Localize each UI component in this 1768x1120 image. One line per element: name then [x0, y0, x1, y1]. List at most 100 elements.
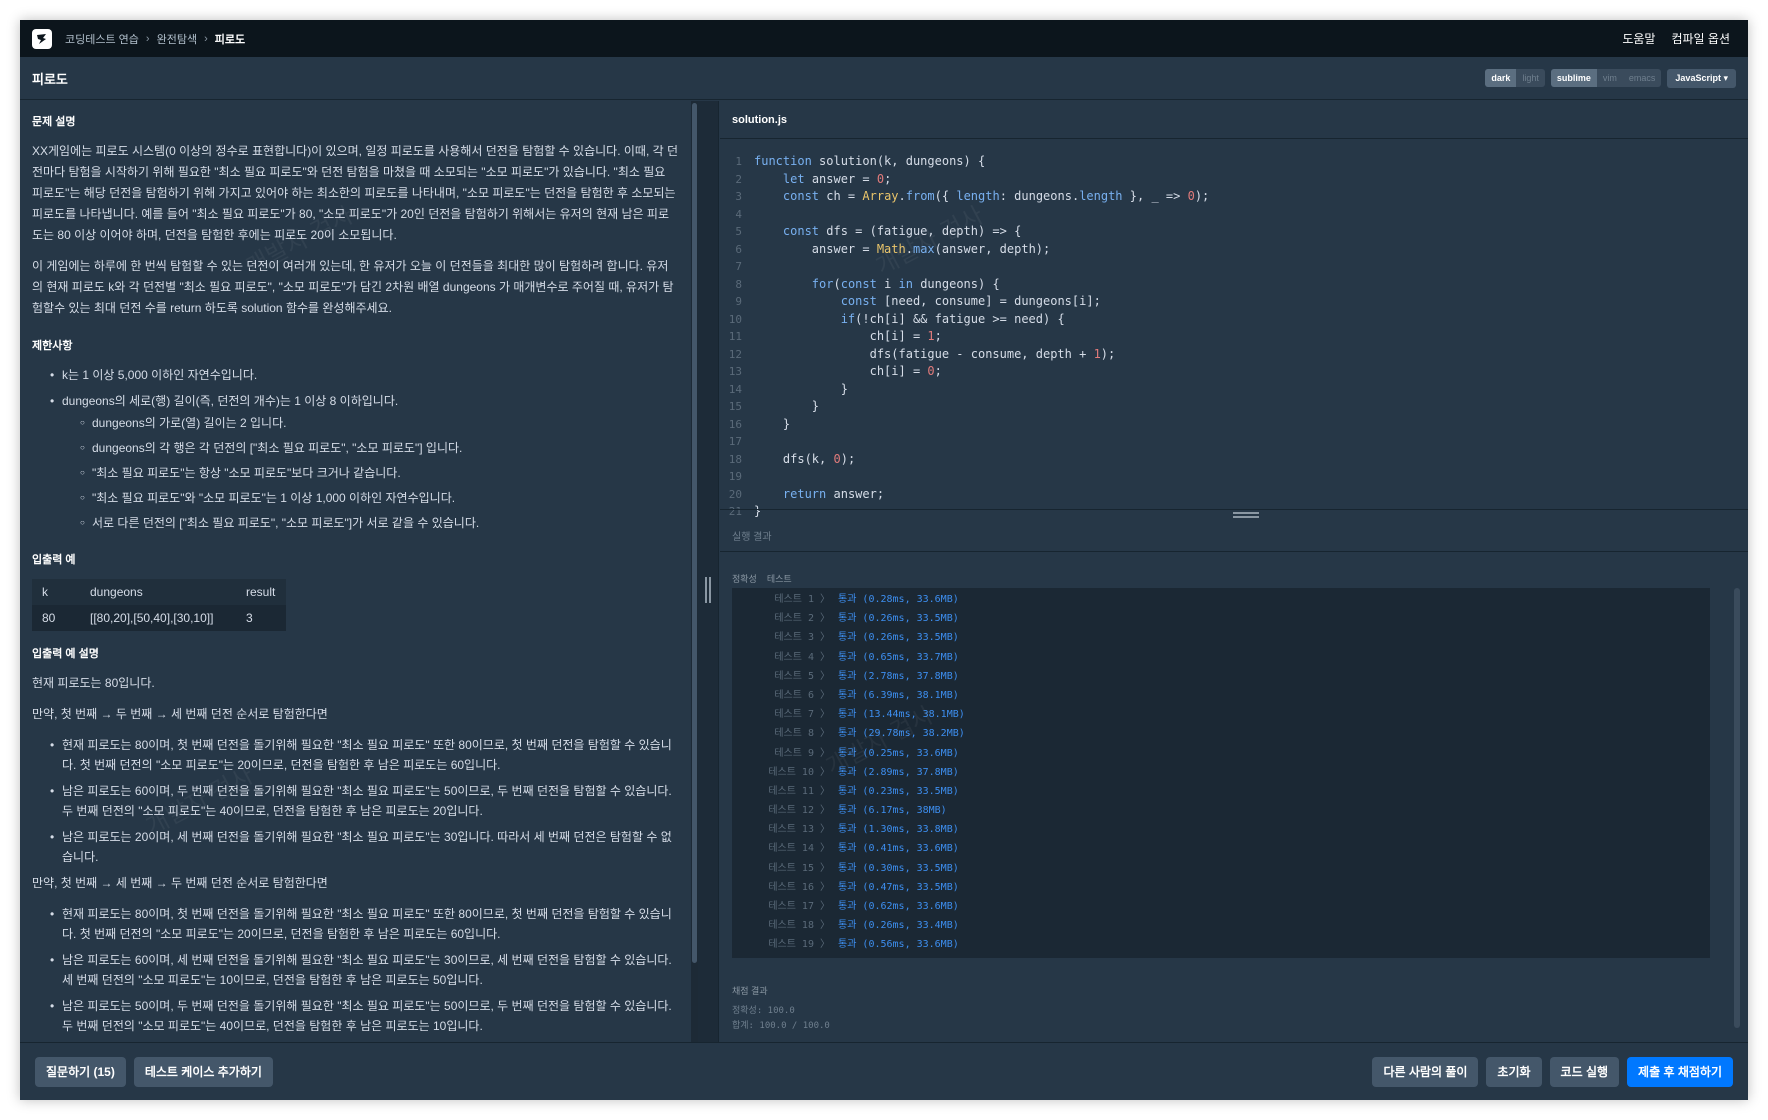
line-number: 18 [728, 452, 742, 466]
line-number: 3 [735, 190, 742, 203]
grade-title: 채점 결과 [732, 986, 768, 996]
test-tab[interactable]: 테스트 [767, 572, 792, 585]
test-result-row: 테스트 13 〉 통과 (1.30ms, 33.8MB) [732, 820, 1710, 839]
test-name: 테스트 17 〉 [768, 901, 830, 912]
code-line[interactable]: 11 ch[i] = 1; [720, 328, 1748, 346]
accuracy-tab[interactable]: 정확성 [732, 572, 757, 585]
code-line[interactable]: 5 const dfs = (fatigue, depth) => { [720, 223, 1748, 241]
test-result: 통과 (0.62ms, 33.6MB) [838, 901, 959, 912]
line-number: 10 [728, 312, 742, 326]
test-name: 테스트 14 〉 [768, 843, 830, 855]
constraint-subitem: "최소 필요 피로도"는 항상 "소모 피로도"보다 크거나 같습니다. [80, 463, 679, 483]
test-result: 통과 (0.26ms, 33.5MB) [838, 613, 959, 625]
keymap-toggle: sublime vim emacs [1550, 69, 1662, 87]
others-solutions-button[interactable]: 다른 사람의 풀이 [1372, 1056, 1479, 1087]
app-window: 코딩테스트 연습 › 완전탐색 › 피로도 도움말 컴파일 옵션 피로도 dar… [20, 20, 1748, 1100]
table-cell: 3 [246, 611, 253, 625]
code-line[interactable]: 7 [720, 258, 1748, 276]
line-number: 7 [735, 260, 742, 273]
code-line[interactable]: 4 [720, 206, 1748, 224]
line-number: 4 [735, 207, 742, 221]
test-result: 통과 (0.28ms, 33.6MB) [838, 594, 959, 605]
panel-resize-handle[interactable] [698, 101, 719, 1042]
test-name: 테스트 6 〉 [774, 689, 830, 701]
test-result-row: 테스트 5 〉 통과 (2.78ms, 37.8MB) [732, 667, 1710, 686]
table-header-row: k dungeons result [32, 579, 286, 605]
code-text: return answer; [782, 486, 885, 501]
line-number: 19 [728, 470, 742, 483]
test-result: 통과 (0.56ms, 33.6MB) [838, 939, 959, 951]
reset-button[interactable]: 초기화 [1486, 1056, 1542, 1087]
code-line[interactable]: 20 return answer; [720, 486, 1748, 504]
test-name: 테스트 9 〉 [774, 747, 830, 759]
code-line[interactable]: 8 for(const i in dungeons) { [720, 276, 1748, 294]
page-title: 피로도 [32, 71, 68, 87]
code-line[interactable]: 14 } [720, 381, 1748, 399]
code-line[interactable]: 2 let answer = 0; [720, 171, 1748, 189]
test-result-row: 테스트 11 〉 통과 (0.23ms, 33.5MB) [732, 782, 1710, 801]
io-example-heading: 입출력 예 [32, 554, 76, 566]
test-name: 테스트 3 〉 [774, 632, 830, 644]
programmers-logo-icon[interactable] [32, 28, 52, 49]
code-line[interactable]: 3 const ch = Array.from({ length: dungeo… [720, 188, 1748, 206]
code-line[interactable]: 6 answer = Math.max(answer, depth); [720, 241, 1748, 259]
results-scrollbar[interactable] [1734, 588, 1740, 1028]
line-number: 17 [728, 435, 742, 448]
line-number: 20 [728, 487, 742, 501]
test-result-row: 테스트 4 〉 통과 (0.65ms, 33.7MB) [732, 648, 1710, 667]
code-text: ch[i] = 1; [754, 329, 942, 343]
code-line[interactable]: 18 dfs(k, 0); [720, 451, 1748, 469]
code-line[interactable]: 1 function solution(k, dungeons) { [720, 153, 1748, 171]
code-line[interactable]: 12 dfs(fatigue - consume, depth + 1); [720, 346, 1748, 364]
test-name: 테스트 10 〉 [768, 766, 830, 778]
code-line[interactable]: 17 [720, 433, 1748, 451]
problem-scrollbar[interactable] [691, 101, 698, 1042]
run-code-button[interactable]: 코드 실행 [1549, 1056, 1620, 1087]
submit-button[interactable]: 제출 후 채점하기 [1627, 1056, 1733, 1087]
theme-light-option[interactable]: light [1516, 69, 1545, 87]
code-line[interactable]: 15 } [720, 398, 1748, 416]
code-line[interactable]: 9 const [need, consume] = dungeons[i]; [720, 293, 1748, 311]
test-result: 통과 (0.47ms, 33.5MB) [838, 881, 959, 893]
help-link[interactable]: 도움말 [1622, 30, 1655, 47]
code-line[interactable]: 13 ch[i] = 0; [720, 363, 1748, 381]
constraint-subitem: dungeons의 가로(열) 길이는 2 입니다. [80, 413, 679, 433]
scrollbar-thumb[interactable] [692, 103, 697, 963]
breadcrumb-item[interactable]: 완전탐색 [157, 31, 197, 47]
code-text: ch[i] = 0; [754, 364, 942, 378]
editor-panel: solution.js 1 function solution(k, dungeo… [720, 101, 1748, 1042]
code-line[interactable]: 16 } [720, 416, 1748, 434]
grade-accuracy: 정확성: 100.0 [732, 1006, 795, 1016]
test-results-list: 테스트 1 〉 통과 (0.28ms, 33.6MB) 테스트 2 〉 통과 (0.2… [732, 588, 1710, 958]
line-number: 12 [728, 347, 742, 361]
code-line[interactable]: 19 [720, 468, 1748, 486]
grade-total: 합계: 100.0 / 100.0 [732, 1021, 830, 1031]
language-select[interactable]: JavaScript ▾ [1667, 68, 1736, 88]
keymap-vim-option[interactable]: vim [1597, 69, 1623, 87]
compile-options-link[interactable]: 컴파일 옵션 [1671, 30, 1730, 47]
test-result: 통과 (0.26ms, 33.4MB) [838, 920, 959, 932]
breadcrumb-item[interactable]: 코딩테스트 연습 [65, 31, 139, 47]
theme-dark-option[interactable]: dark [1485, 69, 1517, 87]
test-result-row: 테스트 19 〉 통과 (0.56ms, 33.6MB) [732, 935, 1710, 954]
code-editor[interactable]: 1 function solution(k, dungeons) {2 let a… [720, 153, 1748, 518]
test-result: 통과 (2.78ms, 37.8MB) [838, 670, 959, 682]
test-result-row: 테스트 12 〉 통과 (6.17ms, 38MB) [732, 801, 1710, 820]
breadcrumb-current: 피로도 [214, 33, 246, 46]
test-result-row: 테스트 2 〉 통과 (0.26ms, 33.5MB) [732, 609, 1710, 628]
code-text: } [754, 399, 820, 413]
add-testcase-button[interactable]: 테스트 케이스 추가하기 [133, 1056, 273, 1087]
code-line[interactable]: 10 if(!ch[i] && fatigue >= need) { [720, 311, 1748, 329]
results-label: 실행 결과 [732, 532, 772, 543]
code-text: dfs(fatigue - consume, depth + 1); [754, 346, 1116, 361]
keymap-emacs-option[interactable]: emacs [1623, 69, 1662, 87]
test-result: 통과 (0.26ms, 33.5MB) [838, 632, 959, 644]
editor-resize-handle[interactable] [720, 509, 1748, 519]
keymap-sublime-option[interactable]: sublime [1550, 69, 1597, 87]
code-text: for(const i in dungeons) { [811, 276, 1000, 291]
test-name: 테스트 8 〉 [774, 728, 830, 740]
ask-question-button[interactable]: 질문하기 (15) [35, 1056, 126, 1087]
constraint-text: k는 1 이상 5,000 이하인 자연수입니다. [62, 368, 258, 382]
